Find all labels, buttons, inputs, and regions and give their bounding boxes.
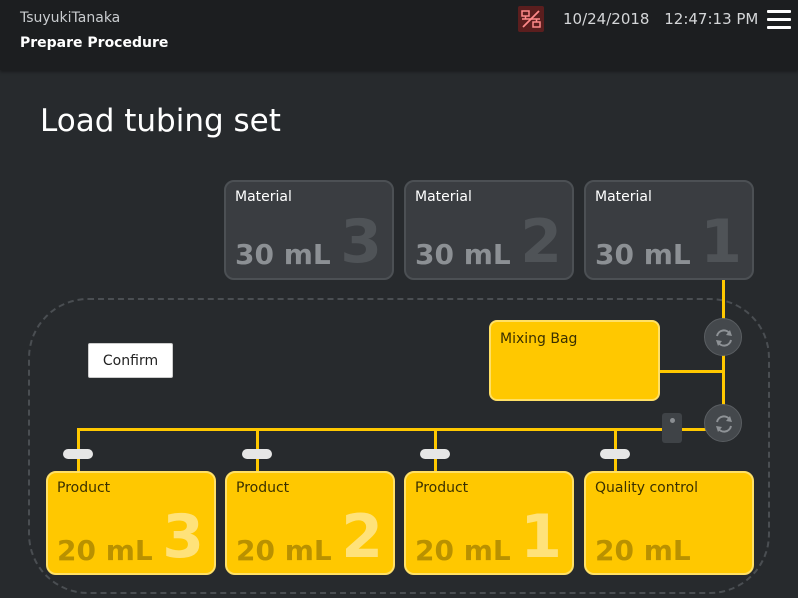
date-time: 10/24/2018 12:47:13 PM bbox=[563, 10, 768, 28]
top-bar: TsuyukiTanaka Prepare Procedure 10/24/20… bbox=[0, 0, 798, 70]
quality-control-tile[interactable]: Quality control 20 mL bbox=[584, 471, 754, 575]
product-volume: 20 mL bbox=[57, 534, 153, 567]
product-tile-3[interactable]: 3 Product 20 mL bbox=[46, 471, 216, 575]
tube-clamp[interactable] bbox=[63, 449, 93, 459]
pressure-sensor bbox=[662, 413, 682, 443]
tubing-line bbox=[660, 370, 724, 373]
tube-clamp[interactable] bbox=[242, 449, 272, 459]
date-text: 10/24/2018 bbox=[563, 10, 650, 28]
procedure-name: Prepare Procedure bbox=[20, 35, 169, 51]
material-label: Material bbox=[415, 189, 472, 205]
material-tile-1[interactable]: 1 Material 30 mL bbox=[584, 180, 754, 280]
material-label: Material bbox=[235, 189, 292, 205]
material-volume: 30 mL bbox=[235, 238, 331, 271]
valve-rotate-icon[interactable] bbox=[704, 404, 742, 442]
mixing-bag-tile[interactable]: Mixing Bag bbox=[489, 320, 660, 401]
product-label: Product bbox=[57, 480, 111, 496]
material-label: Material bbox=[595, 189, 652, 205]
mixing-bag-label: Mixing Bag bbox=[500, 331, 578, 347]
tube-clamp[interactable] bbox=[600, 449, 630, 459]
network-disconnected-icon[interactable] bbox=[518, 6, 544, 32]
product-tile-1[interactable]: 1 Product 20 mL bbox=[404, 471, 574, 575]
material-tile-3[interactable]: 3 Material 30 mL bbox=[224, 180, 394, 280]
material-number: 3 bbox=[340, 207, 382, 277]
valve-rotate-icon[interactable] bbox=[704, 318, 742, 356]
product-number: 2 bbox=[341, 502, 383, 572]
product-label: Product bbox=[236, 480, 290, 496]
product-volume: 20 mL bbox=[236, 534, 332, 567]
material-tile-2[interactable]: 2 Material 30 mL bbox=[404, 180, 574, 280]
material-volume: 30 mL bbox=[415, 238, 511, 271]
product-number: 3 bbox=[162, 502, 204, 572]
tubing-line bbox=[77, 428, 725, 431]
hamburger-menu-icon[interactable] bbox=[767, 10, 791, 32]
product-label: Quality control bbox=[595, 480, 699, 496]
time-text: 12:47:13 PM bbox=[664, 10, 759, 28]
product-volume: 20 mL bbox=[415, 534, 511, 567]
product-volume: 20 mL bbox=[595, 534, 691, 567]
confirm-button[interactable]: Confirm bbox=[88, 343, 173, 378]
material-number: 1 bbox=[700, 207, 742, 277]
tube-clamp[interactable] bbox=[420, 449, 450, 459]
product-tile-2[interactable]: 2 Product 20 mL bbox=[225, 471, 395, 575]
material-number: 2 bbox=[520, 207, 562, 277]
material-volume: 30 mL bbox=[595, 238, 691, 271]
product-label: Product bbox=[415, 480, 469, 496]
product-number: 1 bbox=[520, 502, 562, 572]
page-title: Load tubing set bbox=[40, 102, 281, 139]
user-name: TsuyukiTanaka bbox=[20, 10, 121, 26]
